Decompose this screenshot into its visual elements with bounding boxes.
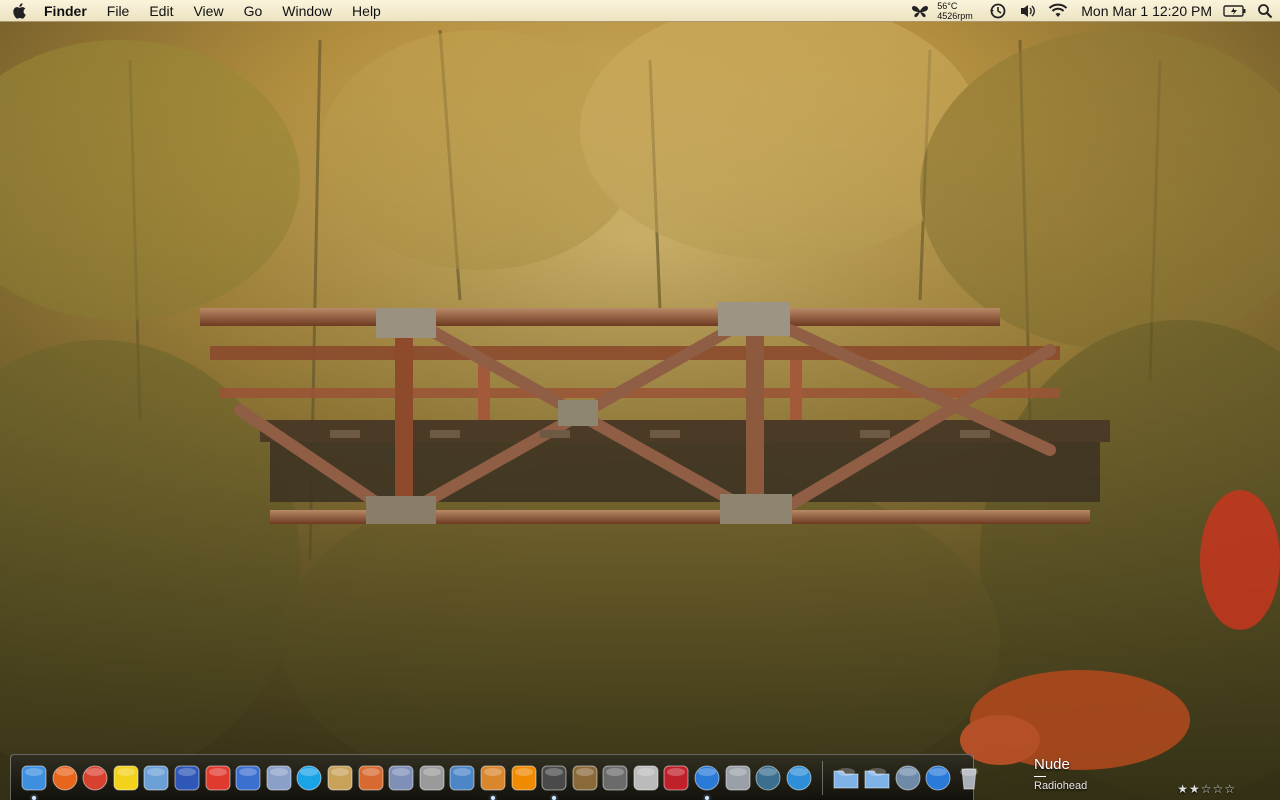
clock[interactable]: Mon Mar 1 12:20 PM xyxy=(1073,0,1220,22)
temperature-readout[interactable]: 56°C 4526rpm xyxy=(935,0,983,22)
vlc-icon xyxy=(511,765,536,791)
iphoto-icon xyxy=(572,765,598,791)
preview-icon xyxy=(143,765,169,791)
photo-booth-icon xyxy=(663,765,689,791)
running-indicator xyxy=(490,796,495,800)
itunes-icon xyxy=(786,765,812,791)
apple-logo-icon xyxy=(13,2,26,19)
firefox-icon xyxy=(52,765,78,791)
dock-item-things[interactable] xyxy=(233,763,263,793)
trash-icon xyxy=(959,768,978,790)
now-playing-artist: Radiohead xyxy=(1034,780,1088,792)
dock-item-script-editor[interactable] xyxy=(325,763,355,793)
dock-item-finder[interactable] xyxy=(19,763,49,800)
dock-separator xyxy=(822,761,824,795)
time-machine-icon[interactable] xyxy=(983,0,1013,22)
finder-icon xyxy=(21,765,47,791)
system-preferences-icon xyxy=(725,765,751,791)
dock-item-time-machine[interactable] xyxy=(753,763,783,793)
dock-item-address-book[interactable] xyxy=(172,763,202,793)
documents-folder-icon xyxy=(864,768,890,789)
dock-item-chrome[interactable] xyxy=(80,763,110,793)
temperature-value: 56°C xyxy=(937,1,958,11)
dock-item-telescope[interactable] xyxy=(417,763,447,793)
menu-extras: 56°C 4526rpm Mon Mar 1 12:20 PM xyxy=(905,0,1280,22)
skype-icon xyxy=(296,765,322,791)
dock-item-trash[interactable] xyxy=(954,763,984,793)
dock-item-istat[interactable] xyxy=(447,763,477,793)
growl-yellow-icon xyxy=(113,765,139,791)
app-store-stack-icon xyxy=(925,765,951,791)
app-store-icon xyxy=(694,765,720,791)
dock-item-app-store[interactable] xyxy=(692,763,722,800)
time-machine-icon xyxy=(755,765,781,791)
now-playing-rating[interactable]: ★★☆☆☆ xyxy=(1177,782,1236,796)
ichat-icon xyxy=(266,765,292,791)
dock-item-itunes[interactable] xyxy=(784,763,814,793)
sketch-app-icon xyxy=(388,765,414,791)
now-playing-title: Nude xyxy=(1034,756,1070,773)
keynote-icon xyxy=(358,765,384,791)
dock-item-iphoto[interactable] xyxy=(570,763,600,793)
menu-edit[interactable]: Edit xyxy=(139,0,183,22)
volume-icon[interactable] xyxy=(1013,0,1043,22)
dock-item-imovie[interactable] xyxy=(600,763,630,793)
ical-icon xyxy=(205,765,231,791)
dock-icon-row xyxy=(19,761,984,800)
menu-file[interactable]: File xyxy=(97,0,140,22)
wifi-icon[interactable] xyxy=(1043,0,1073,22)
menu-help[interactable]: Help xyxy=(342,0,391,22)
dock-item-system-preferences[interactable] xyxy=(723,763,753,793)
menu-window[interactable]: Window xyxy=(272,0,342,22)
dock-item-documents-folder[interactable] xyxy=(862,763,892,793)
dock-item-applications-folder[interactable] xyxy=(831,763,861,793)
dock-item-firefox[interactable] xyxy=(50,763,80,793)
dock-item-skype[interactable] xyxy=(294,763,324,793)
fan-speed-value: 4526rpm xyxy=(937,11,973,21)
downloads-stack-icon xyxy=(895,765,921,791)
dock-item-sketch-app[interactable] xyxy=(386,763,416,793)
dock-item-growl-yellow[interactable] xyxy=(111,763,141,793)
dock-item-ichat[interactable] xyxy=(264,763,294,793)
dock-item-dashboard[interactable] xyxy=(539,763,569,800)
dock-item-transmit[interactable] xyxy=(478,763,508,800)
dock-item-photo-booth[interactable] xyxy=(661,763,691,793)
running-indicator xyxy=(705,796,710,800)
telescope-icon xyxy=(419,765,445,791)
spotlight-icon[interactable] xyxy=(1250,0,1280,22)
dvd-player-icon xyxy=(633,765,659,791)
imovie-icon xyxy=(602,765,628,791)
now-playing-divider xyxy=(1034,776,1046,777)
dock-item-preview[interactable] xyxy=(141,763,171,793)
apple-menu[interactable] xyxy=(0,0,40,22)
menu-view[interactable]: View xyxy=(183,0,233,22)
butterfly-icon[interactable] xyxy=(905,0,935,22)
desktop-wallpaper xyxy=(0,0,1280,800)
transmit-icon xyxy=(480,765,506,791)
istat-icon xyxy=(449,765,475,791)
dock-item-keynote[interactable] xyxy=(356,763,386,793)
menu-app-name[interactable]: Finder xyxy=(40,0,97,22)
running-indicator xyxy=(552,796,557,800)
chrome-icon xyxy=(82,765,108,791)
things-icon xyxy=(235,765,261,791)
dock-item-dvd-player[interactable] xyxy=(631,763,661,793)
dock-item-downloads-stack[interactable] xyxy=(893,763,923,793)
dashboard-icon xyxy=(541,765,567,791)
address-book-icon xyxy=(174,765,200,791)
now-playing-widget[interactable]: Nude Radiohead ★★☆☆☆ xyxy=(1034,756,1274,800)
applications-folder-icon xyxy=(833,768,859,789)
dock-item-vlc[interactable] xyxy=(509,763,539,793)
menu-go[interactable]: Go xyxy=(234,0,273,22)
running-indicator xyxy=(32,796,36,800)
dock-item-ical[interactable] xyxy=(203,763,233,793)
dock xyxy=(10,754,978,800)
script-editor-icon xyxy=(327,765,353,791)
menu-bar: Finder File Edit View Go Window Help 56°… xyxy=(0,0,1280,22)
battery-icon[interactable] xyxy=(1220,0,1250,22)
dock-item-app-store-stack[interactable] xyxy=(923,763,953,793)
